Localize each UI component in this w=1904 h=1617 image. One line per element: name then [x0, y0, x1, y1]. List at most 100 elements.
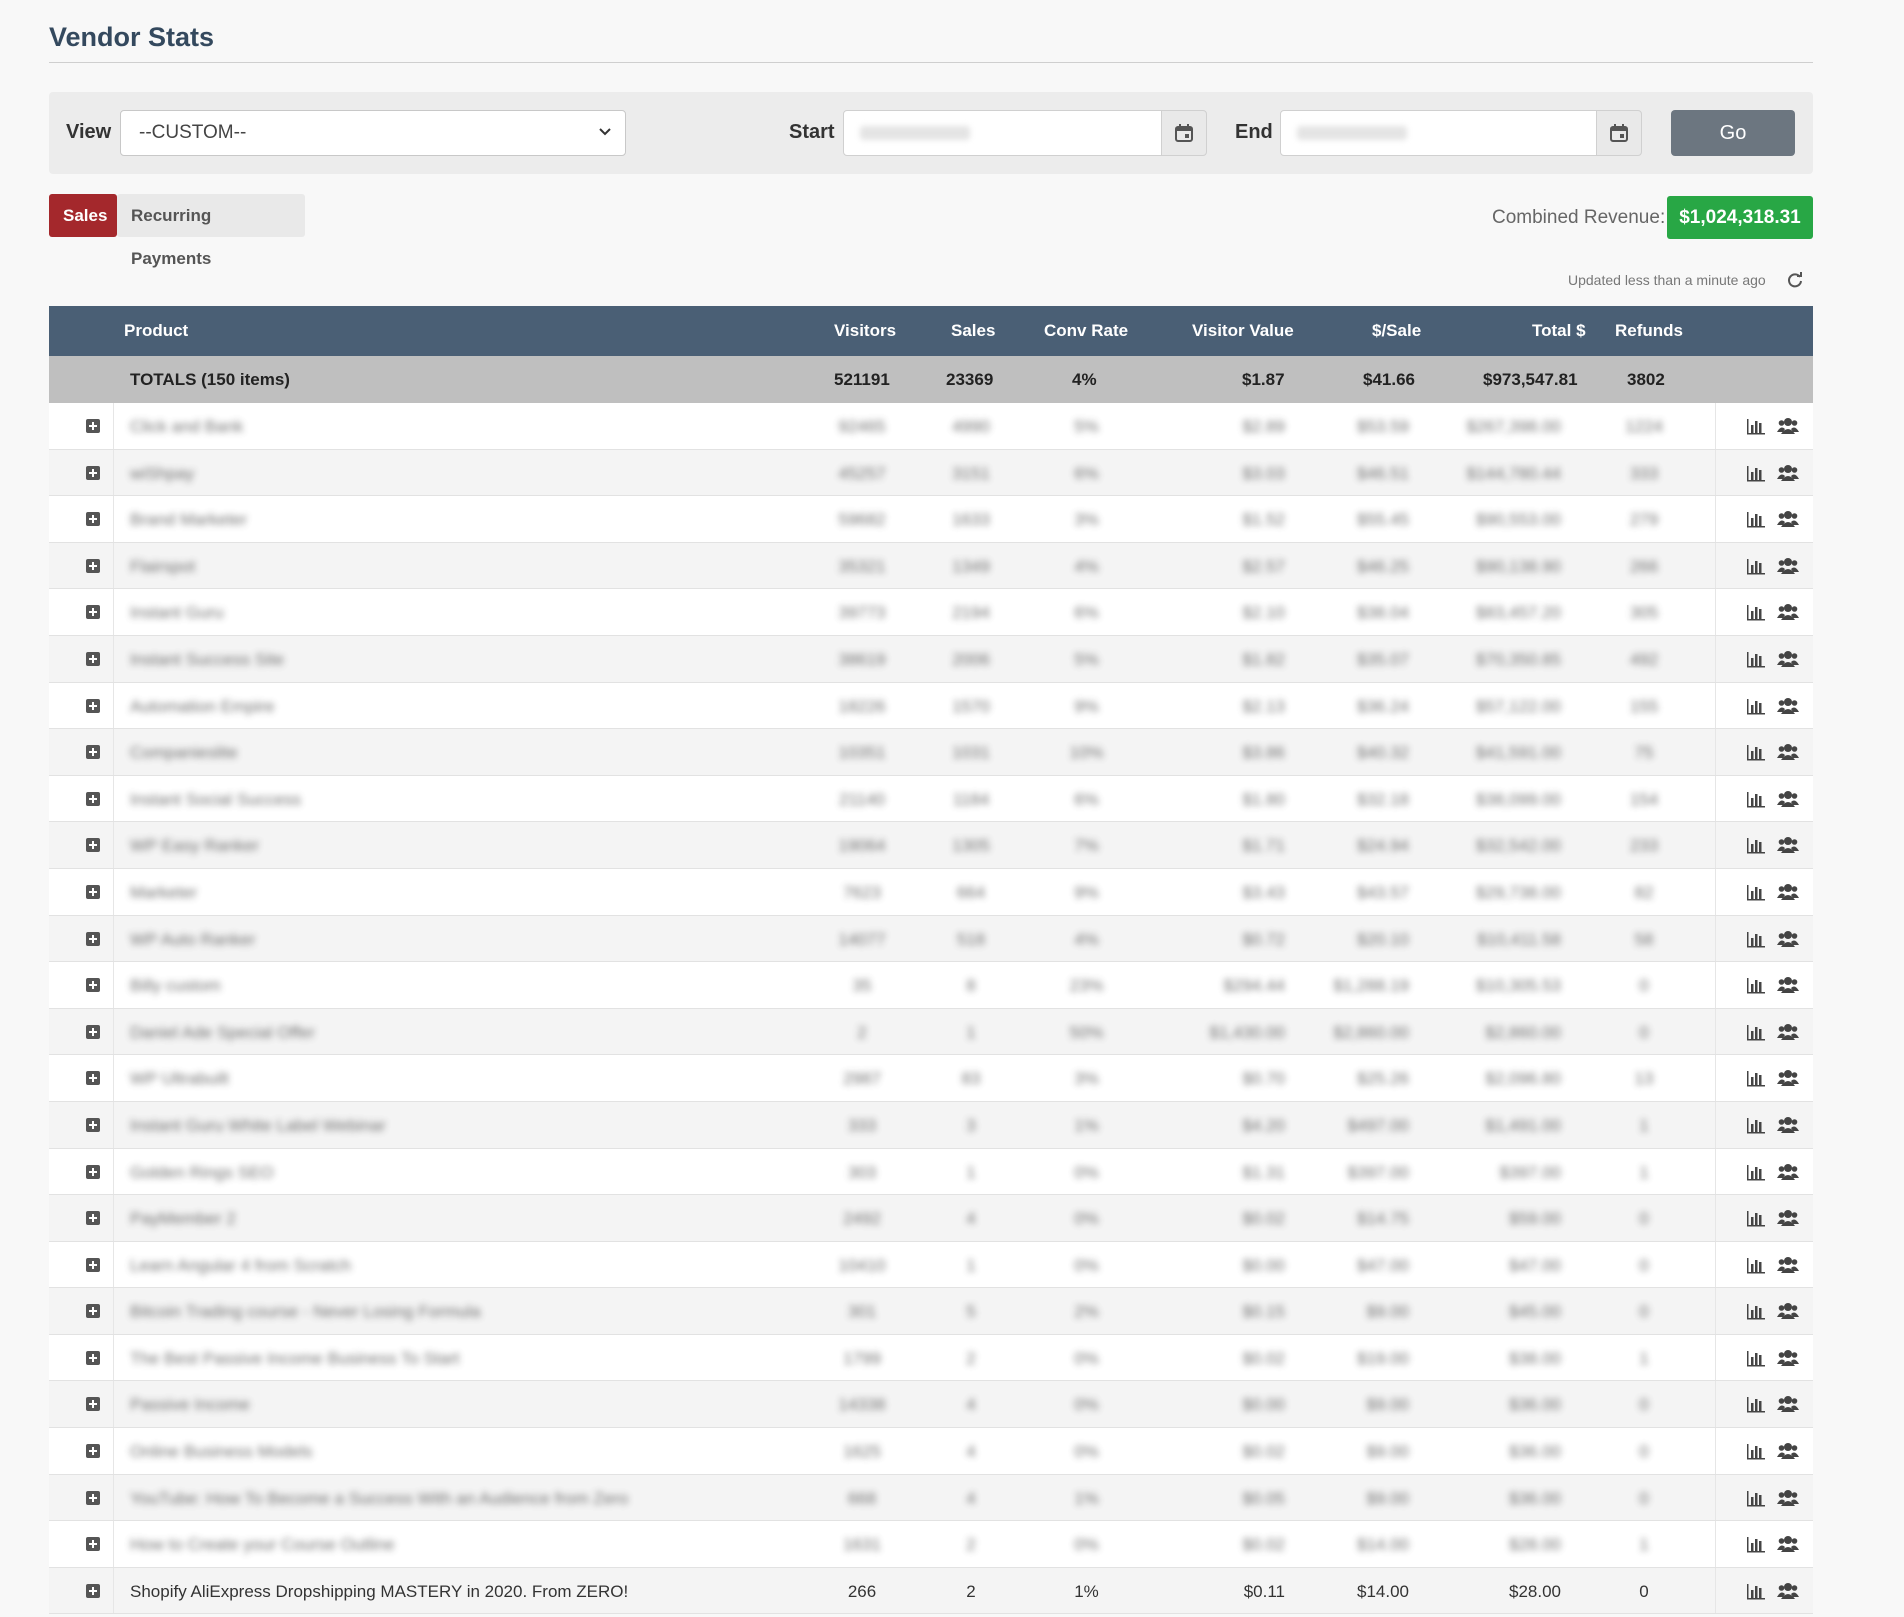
go-button[interactable]: Go [1671, 110, 1795, 156]
row-divider [113, 1381, 114, 1428]
plus-square-icon[interactable] [85, 698, 101, 714]
bar-chart-icon[interactable] [1746, 1069, 1766, 1087]
users-icon[interactable] [1777, 975, 1799, 995]
users-icon[interactable] [1777, 1022, 1799, 1042]
plus-square-icon[interactable] [85, 791, 101, 807]
bar-chart-icon[interactable] [1746, 1116, 1766, 1134]
bar-chart-icon[interactable] [1746, 1256, 1766, 1274]
col-refunds[interactable]: Refunds [1615, 321, 1683, 341]
users-icon[interactable] [1777, 882, 1799, 902]
start-calendar-button[interactable] [1161, 110, 1207, 156]
bar-chart-icon[interactable] [1746, 930, 1766, 948]
col-conv-rate[interactable]: Conv Rate [1044, 321, 1128, 341]
plus-square-icon[interactable] [85, 1257, 101, 1273]
users-icon[interactable] [1777, 835, 1799, 855]
users-icon[interactable] [1777, 1208, 1799, 1228]
bar-chart-icon[interactable] [1746, 1582, 1766, 1600]
bar-chart-icon[interactable] [1746, 1023, 1766, 1041]
users-icon[interactable] [1777, 742, 1799, 762]
users-icon[interactable] [1777, 463, 1799, 483]
plus-square-icon[interactable] [85, 837, 101, 853]
users-icon[interactable] [1777, 1581, 1799, 1601]
bar-chart-icon[interactable] [1746, 650, 1766, 668]
users-icon[interactable] [1777, 1162, 1799, 1182]
bar-chart-icon[interactable] [1746, 1535, 1766, 1553]
tab-sales[interactable]: Sales [49, 194, 117, 237]
col-per-sale[interactable]: $/Sale [1372, 321, 1421, 341]
bar-chart-icon[interactable] [1746, 1302, 1766, 1320]
end-calendar-button[interactable] [1596, 110, 1642, 156]
start-date-input[interactable] [843, 110, 1163, 156]
cell-visitor-value: $294.44 [1223, 976, 1285, 996]
plus-square-icon[interactable] [85, 1303, 101, 1319]
bar-chart-icon[interactable] [1746, 1209, 1766, 1227]
bar-chart-icon[interactable] [1746, 1349, 1766, 1367]
bar-chart-icon[interactable] [1746, 1395, 1766, 1413]
col-sales[interactable]: Sales [951, 321, 995, 341]
plus-square-icon[interactable] [85, 977, 101, 993]
users-icon[interactable] [1777, 416, 1799, 436]
refresh-icon[interactable] [1786, 271, 1804, 289]
end-date-input[interactable] [1280, 110, 1598, 156]
col-visitor-value[interactable]: Visitor Value [1192, 321, 1294, 341]
users-icon[interactable] [1777, 1068, 1799, 1088]
users-icon[interactable] [1777, 789, 1799, 809]
users-icon[interactable] [1777, 1115, 1799, 1135]
bar-chart-icon[interactable] [1746, 1163, 1766, 1181]
bar-chart-icon[interactable] [1746, 603, 1766, 621]
plus-square-icon[interactable] [85, 1350, 101, 1366]
totals-visitor-value: $1.87 [1242, 370, 1285, 389]
plus-square-icon[interactable] [85, 1210, 101, 1226]
users-icon[interactable] [1777, 509, 1799, 529]
users-icon[interactable] [1777, 1488, 1799, 1508]
plus-square-icon[interactable] [85, 604, 101, 620]
plus-square-icon[interactable] [85, 651, 101, 667]
users-icon[interactable] [1777, 556, 1799, 576]
plus-square-icon[interactable] [85, 931, 101, 947]
col-product[interactable]: Product [124, 321, 188, 341]
bar-chart-icon[interactable] [1746, 557, 1766, 575]
view-select[interactable]: --CUSTOM-- [120, 110, 626, 156]
users-icon[interactable] [1777, 1441, 1799, 1461]
col-total[interactable]: Total $ [1532, 321, 1586, 341]
users-icon[interactable] [1777, 1394, 1799, 1414]
bar-chart-icon[interactable] [1746, 510, 1766, 528]
plus-square-icon[interactable] [85, 884, 101, 900]
plus-square-icon[interactable] [85, 744, 101, 760]
users-icon[interactable] [1777, 1301, 1799, 1321]
tab-recurring-payments[interactable]: Recurring Payments [117, 194, 305, 268]
plus-square-icon[interactable] [85, 1583, 101, 1599]
bar-chart-icon[interactable] [1746, 464, 1766, 482]
plus-square-icon[interactable] [85, 1443, 101, 1459]
col-visitors[interactable]: Visitors [834, 321, 896, 341]
plus-square-icon[interactable] [85, 1024, 101, 1040]
bar-chart-icon[interactable] [1746, 417, 1766, 435]
users-icon[interactable] [1777, 602, 1799, 622]
bar-chart-icon[interactable] [1746, 697, 1766, 715]
users-icon[interactable] [1777, 1534, 1799, 1554]
users-icon[interactable] [1777, 696, 1799, 716]
bar-chart-icon[interactable] [1746, 790, 1766, 808]
users-icon[interactable] [1777, 929, 1799, 949]
plus-square-icon[interactable] [85, 1164, 101, 1180]
users-icon[interactable] [1777, 1348, 1799, 1368]
bar-chart-icon[interactable] [1746, 836, 1766, 854]
table-row: WP Auto Ranker 14077 518 4% $0.72 $20.10 $10,4… [49, 915, 1813, 963]
plus-square-icon[interactable] [85, 1536, 101, 1552]
plus-square-icon[interactable] [85, 465, 101, 481]
bar-chart-icon[interactable] [1746, 743, 1766, 761]
bar-chart-icon[interactable] [1746, 976, 1766, 994]
plus-square-icon[interactable] [85, 418, 101, 434]
users-icon[interactable] [1777, 1255, 1799, 1275]
bar-chart-icon[interactable] [1746, 1489, 1766, 1507]
plus-square-icon[interactable] [85, 1490, 101, 1506]
plus-square-icon[interactable] [85, 1117, 101, 1133]
bar-chart-icon[interactable] [1746, 883, 1766, 901]
plus-square-icon[interactable] [85, 1396, 101, 1412]
plus-square-icon[interactable] [85, 558, 101, 574]
plus-square-icon[interactable] [85, 1070, 101, 1086]
users-icon[interactable] [1777, 649, 1799, 669]
bar-chart-icon[interactable] [1746, 1442, 1766, 1460]
plus-square-icon[interactable] [85, 511, 101, 527]
cell-refunds: 75 [1634, 743, 1654, 763]
